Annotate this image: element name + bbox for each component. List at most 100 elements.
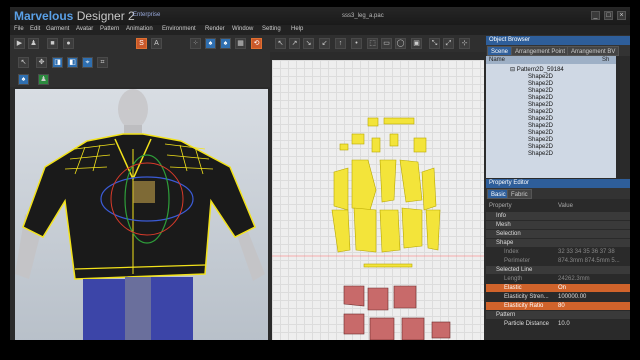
tack-icon[interactable]: ⊹	[459, 38, 470, 49]
title-bar: Marvelous Designer 2 Enterprise sss3_leg…	[10, 7, 630, 25]
minimize-button[interactable]: _	[591, 11, 600, 20]
tree-item-shape[interactable]: Shape2D	[528, 109, 553, 115]
measure-icon[interactable]: ⌗	[97, 57, 108, 68]
circle-icon[interactable]: ◯	[395, 38, 406, 49]
tree-root-label: Pattern2D_59184	[516, 67, 564, 73]
tab-arrangement-point[interactable]: Arrangement Point	[511, 46, 570, 56]
menu-avatar[interactable]: Avatar	[76, 26, 93, 32]
maximize-button[interactable]: □	[604, 11, 613, 20]
3d-viewport[interactable]	[15, 89, 268, 340]
prop-value[interactable]: 80	[558, 302, 565, 310]
edit-curve-icon[interactable]: ↙	[319, 38, 330, 49]
tree-item-shape[interactable]: Shape2D	[528, 95, 553, 101]
menu-garment[interactable]: Garment	[46, 26, 69, 32]
select-3d-icon[interactable]: ↖	[18, 57, 29, 68]
prop-value[interactable]: 10.0	[558, 320, 570, 328]
prop-row-selected-line[interactable]: Selected Line	[486, 266, 630, 274]
col-sh: Sh	[602, 57, 610, 63]
prop-key: Length	[504, 276, 523, 282]
stop-icon[interactable]: ■	[47, 38, 58, 49]
tab-scene[interactable]: Scene	[487, 46, 513, 56]
tree-item-shape[interactable]: Shape2D	[528, 123, 553, 129]
edit-point-icon[interactable]: ↘	[303, 38, 314, 49]
object-browser-title: Object Browser	[486, 36, 630, 45]
tree-item-shape[interactable]: Shape2D	[528, 102, 553, 108]
prop-row-elastic[interactable]: Elastic On	[486, 284, 630, 292]
segment-sewing-icon[interactable]: ⤡	[429, 38, 440, 49]
prop-row-length[interactable]: Length 24262.3mm	[486, 275, 630, 283]
fold-alt-icon[interactable]: ◧	[67, 57, 78, 68]
col-value: Value	[558, 203, 573, 209]
tab-arrangement-bv[interactable]: Arrangement BV	[567, 46, 620, 56]
prop-row-particle-distance[interactable]: Particle Distance 10.0	[486, 320, 630, 328]
menu-pattern[interactable]: Pattern	[100, 26, 119, 32]
menu-setting[interactable]: Setting	[262, 26, 281, 32]
prop-row-info[interactable]: Info	[486, 212, 630, 220]
prop-key: Elasticity Ratio	[504, 303, 544, 309]
points-icon[interactable]: ⁘	[190, 38, 201, 49]
prop-row-mesh[interactable]: Mesh	[486, 221, 630, 229]
menu-animation[interactable]: Animation	[126, 26, 153, 32]
prop-key: Pattern	[496, 312, 516, 318]
shirt-icon[interactable]: ♠	[205, 38, 216, 49]
add-point-icon[interactable]: ↑	[335, 38, 346, 49]
2d-pattern-window[interactable]	[272, 60, 484, 340]
tree-item-shape[interactable]: Shape2D	[528, 144, 553, 150]
menu-file[interactable]: File	[14, 26, 24, 32]
pattern-pieces	[272, 117, 484, 340]
prop-row-pattern[interactable]: Pattern	[486, 311, 630, 319]
prop-value[interactable]: 100000.00	[558, 293, 586, 301]
prop-row-elasticity-strength[interactable]: Elasticity Stren... 100000.00	[486, 293, 630, 301]
prop-value[interactable]: On	[558, 284, 566, 292]
prop-key: Elastic	[504, 285, 522, 291]
tree-item-shape[interactable]: Shape2D	[528, 137, 553, 143]
prop-key: Shape	[496, 240, 514, 246]
property-editor-tabs: Basic Fabric	[486, 188, 630, 199]
prop-key: Mesh	[496, 222, 511, 228]
rectangle-icon[interactable]: ▭	[381, 38, 392, 49]
prop-row-elasticity-ratio[interactable]: Elasticity Ratio 80	[486, 302, 630, 310]
tree-item-shape[interactable]: Shape2D	[528, 81, 553, 87]
free-sewing-icon[interactable]: ⤢	[443, 38, 454, 49]
prop-row-shape[interactable]: Shape	[486, 239, 630, 247]
col-name: Name	[489, 57, 506, 63]
tree-item-shape[interactable]: Shape2D	[528, 151, 553, 157]
shirt-view-icon[interactable]: ♠	[18, 74, 29, 85]
move-3d-icon[interactable]: ✥	[36, 57, 47, 68]
record-icon[interactable]: ●	[63, 38, 74, 49]
walk-icon[interactable]: ♟	[28, 38, 39, 49]
menu-edit[interactable]: Edit	[30, 26, 40, 32]
fold-icon[interactable]: ◨	[52, 57, 63, 68]
close-button[interactable]: ×	[617, 11, 626, 20]
tree-item-shape[interactable]: Shape2D	[528, 88, 553, 94]
dot-icon[interactable]: •	[351, 38, 362, 49]
property-header: Property Value	[486, 202, 630, 210]
tree-item-shape[interactable]: Shape2D	[528, 74, 553, 80]
shirt-grid-icon[interactable]: ▦	[235, 38, 246, 49]
prop-row-index[interactable]: Index 32 33 34 35 36 37 38	[486, 248, 630, 256]
prop-row-perimeter[interactable]: Perimeter 874.3mm 874.5mm 5...	[486, 257, 630, 265]
shirt-alt-icon[interactable]: ♠	[220, 38, 231, 49]
tab-fabric[interactable]: Fabric	[507, 189, 532, 199]
simulation-a-button[interactable]: A	[151, 38, 162, 49]
reset-icon[interactable]: ⟲	[251, 38, 262, 49]
tree-root-pattern[interactable]: ⊟ Pattern2D_59184	[510, 66, 564, 73]
pin-icon[interactable]: ⌖	[82, 57, 93, 68]
internal-shape-icon[interactable]: ▣	[411, 38, 422, 49]
prop-row-selection[interactable]: Selection	[486, 230, 630, 238]
3d-toolbar: ↖ ✥ ◨ ◧ ⌖ ⌗	[10, 52, 270, 72]
menu-window[interactable]: Window	[232, 26, 253, 32]
menu-environment[interactable]: Environment	[162, 26, 196, 32]
select-2d-icon[interactable]: ↖	[275, 38, 286, 49]
menu-render[interactable]: Render	[205, 26, 225, 32]
tree-item-shape[interactable]: Shape2D	[528, 130, 553, 136]
tree-item-shape[interactable]: Shape2D	[528, 116, 553, 122]
logo-sub: Designer 2	[76, 9, 135, 23]
simulation-s-button[interactable]: S	[136, 38, 147, 49]
transform-2d-icon[interactable]: ↗	[289, 38, 300, 49]
menu-help[interactable]: Help	[291, 26, 303, 32]
avatar-view-icon[interactable]: ♟	[38, 74, 49, 85]
play-icon[interactable]: ▶	[14, 38, 25, 49]
polygon-icon[interactable]: ⬚	[367, 38, 378, 49]
object-tree[interactable]: Name Sh ⊟ Pattern2D_59184 Shape2D Shape2…	[486, 56, 616, 178]
